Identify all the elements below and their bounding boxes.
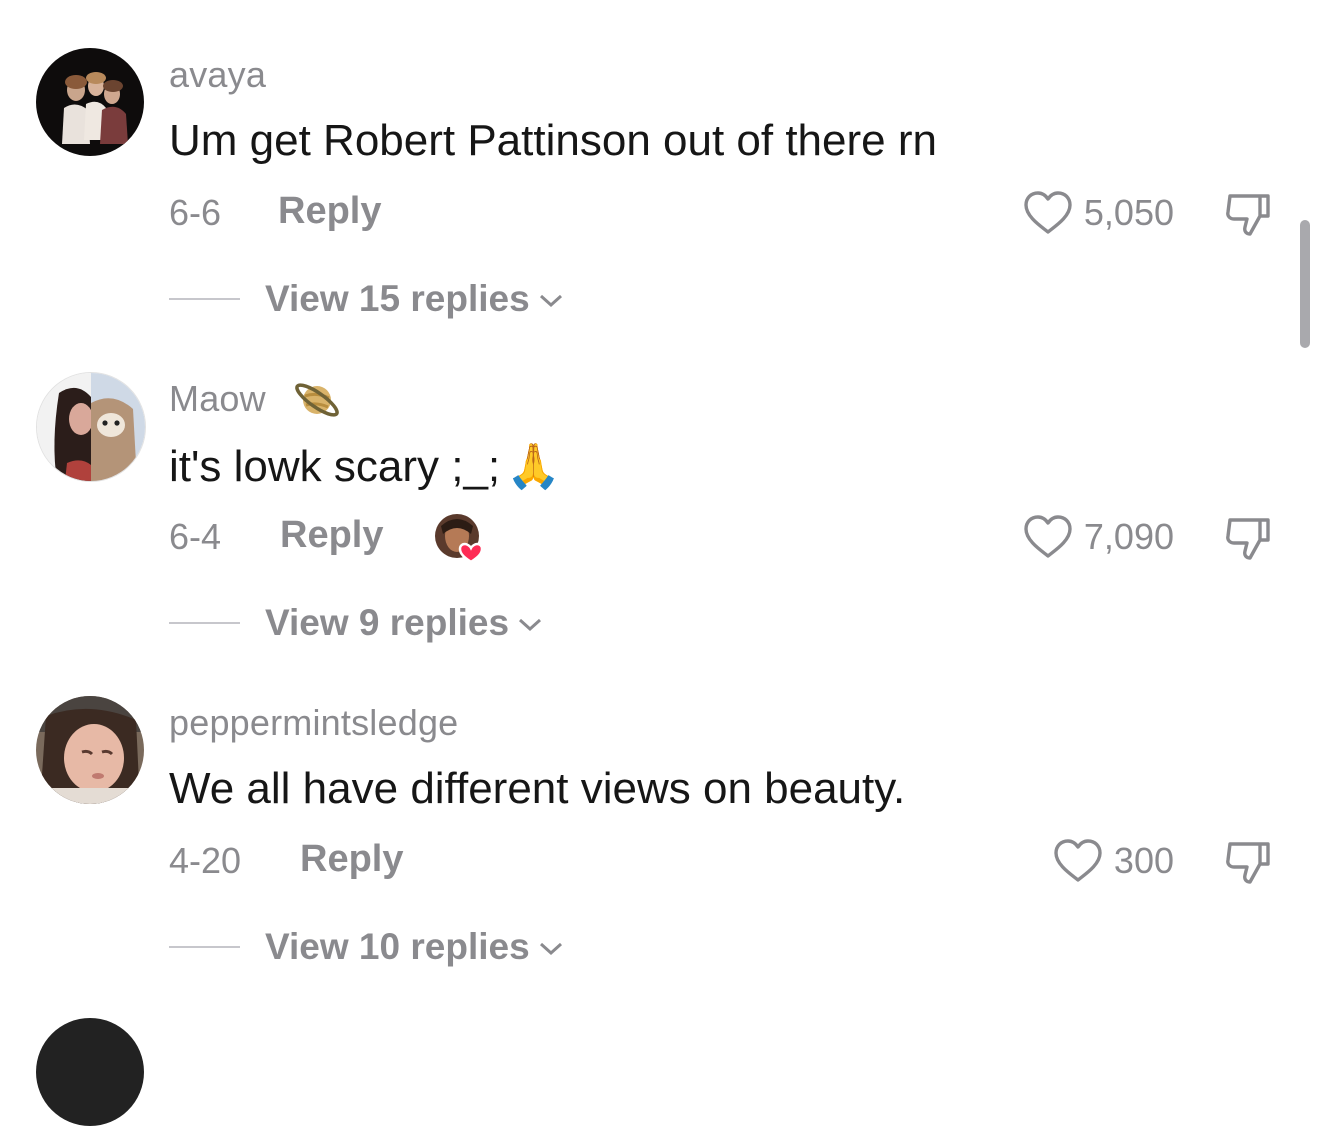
reply-button[interactable]: Reply bbox=[280, 514, 383, 557]
like-button[interactable]: 300 bbox=[1052, 838, 1174, 884]
comment-username[interactable]: peppermintsledge bbox=[169, 702, 458, 744]
folded-hands-emoji: 🙏 bbox=[506, 442, 561, 491]
chevron-down-icon bbox=[539, 294, 562, 308]
heart-icon bbox=[1054, 839, 1102, 882]
comment-item: peppermintsledge We all have different v… bbox=[0, 648, 1320, 968]
view-replies-button[interactable]: View 9 replies bbox=[169, 600, 543, 646]
comment-text: We all have different views on beauty. bbox=[169, 764, 906, 813]
avatar[interactable] bbox=[36, 696, 144, 804]
view-replies-label: View 10 replies bbox=[265, 926, 530, 967]
like-count: 5,050 bbox=[1083, 192, 1174, 233]
comment-text: it's lowk scary ;_; 🙏 bbox=[169, 440, 561, 492]
comment-date: 6-6 bbox=[169, 192, 222, 233]
reply-divider bbox=[169, 622, 240, 624]
comment-item: Maow it's lowk scary ;_; 🙏 6-4 Reply 7,09… bbox=[0, 324, 1320, 644]
heart-icon bbox=[1024, 191, 1072, 234]
reply-divider bbox=[169, 946, 240, 948]
comment-item: avaya Um get Robert Pattinson out of the… bbox=[0, 0, 1320, 320]
like-button[interactable]: 7,090 bbox=[1022, 514, 1174, 560]
comment-date: 4-20 bbox=[169, 840, 242, 881]
avatar[interactable] bbox=[36, 372, 146, 482]
next-comment-avatar-edge bbox=[36, 1018, 144, 1126]
view-replies-button[interactable]: View 10 replies bbox=[169, 924, 564, 970]
dislike-icon[interactable] bbox=[1222, 188, 1274, 240]
creator-liked-badge bbox=[435, 514, 484, 564]
chevron-down-icon bbox=[539, 942, 562, 956]
avatar[interactable] bbox=[36, 48, 144, 156]
comment-username: Maow bbox=[169, 378, 339, 420]
comment-username[interactable]: avaya bbox=[169, 54, 266, 96]
view-replies-label: View 9 replies bbox=[265, 602, 510, 643]
username-label[interactable]: Maow bbox=[169, 378, 266, 419]
like-count: 300 bbox=[1113, 840, 1174, 881]
ringed-planet-icon bbox=[295, 383, 339, 417]
scrollbar[interactable] bbox=[1300, 220, 1310, 348]
heart-icon bbox=[1024, 515, 1072, 558]
view-replies-label: View 15 replies bbox=[265, 278, 530, 319]
dislike-icon[interactable] bbox=[1222, 836, 1274, 888]
chevron-down-icon bbox=[519, 618, 542, 632]
comment-date: 6-4 bbox=[169, 516, 222, 557]
like-button[interactable]: 5,050 bbox=[1022, 190, 1174, 236]
reply-divider bbox=[169, 298, 240, 300]
like-count: 7,090 bbox=[1083, 516, 1174, 557]
comment-text: Um get Robert Pattinson out of there rn bbox=[169, 116, 937, 165]
dislike-icon[interactable] bbox=[1222, 512, 1274, 564]
reply-button[interactable]: Reply bbox=[300, 838, 403, 881]
view-replies-button[interactable]: View 15 replies bbox=[169, 276, 564, 322]
reply-button[interactable]: Reply bbox=[278, 190, 381, 233]
comment-text-body: it's lowk scary ;_; bbox=[169, 442, 501, 491]
